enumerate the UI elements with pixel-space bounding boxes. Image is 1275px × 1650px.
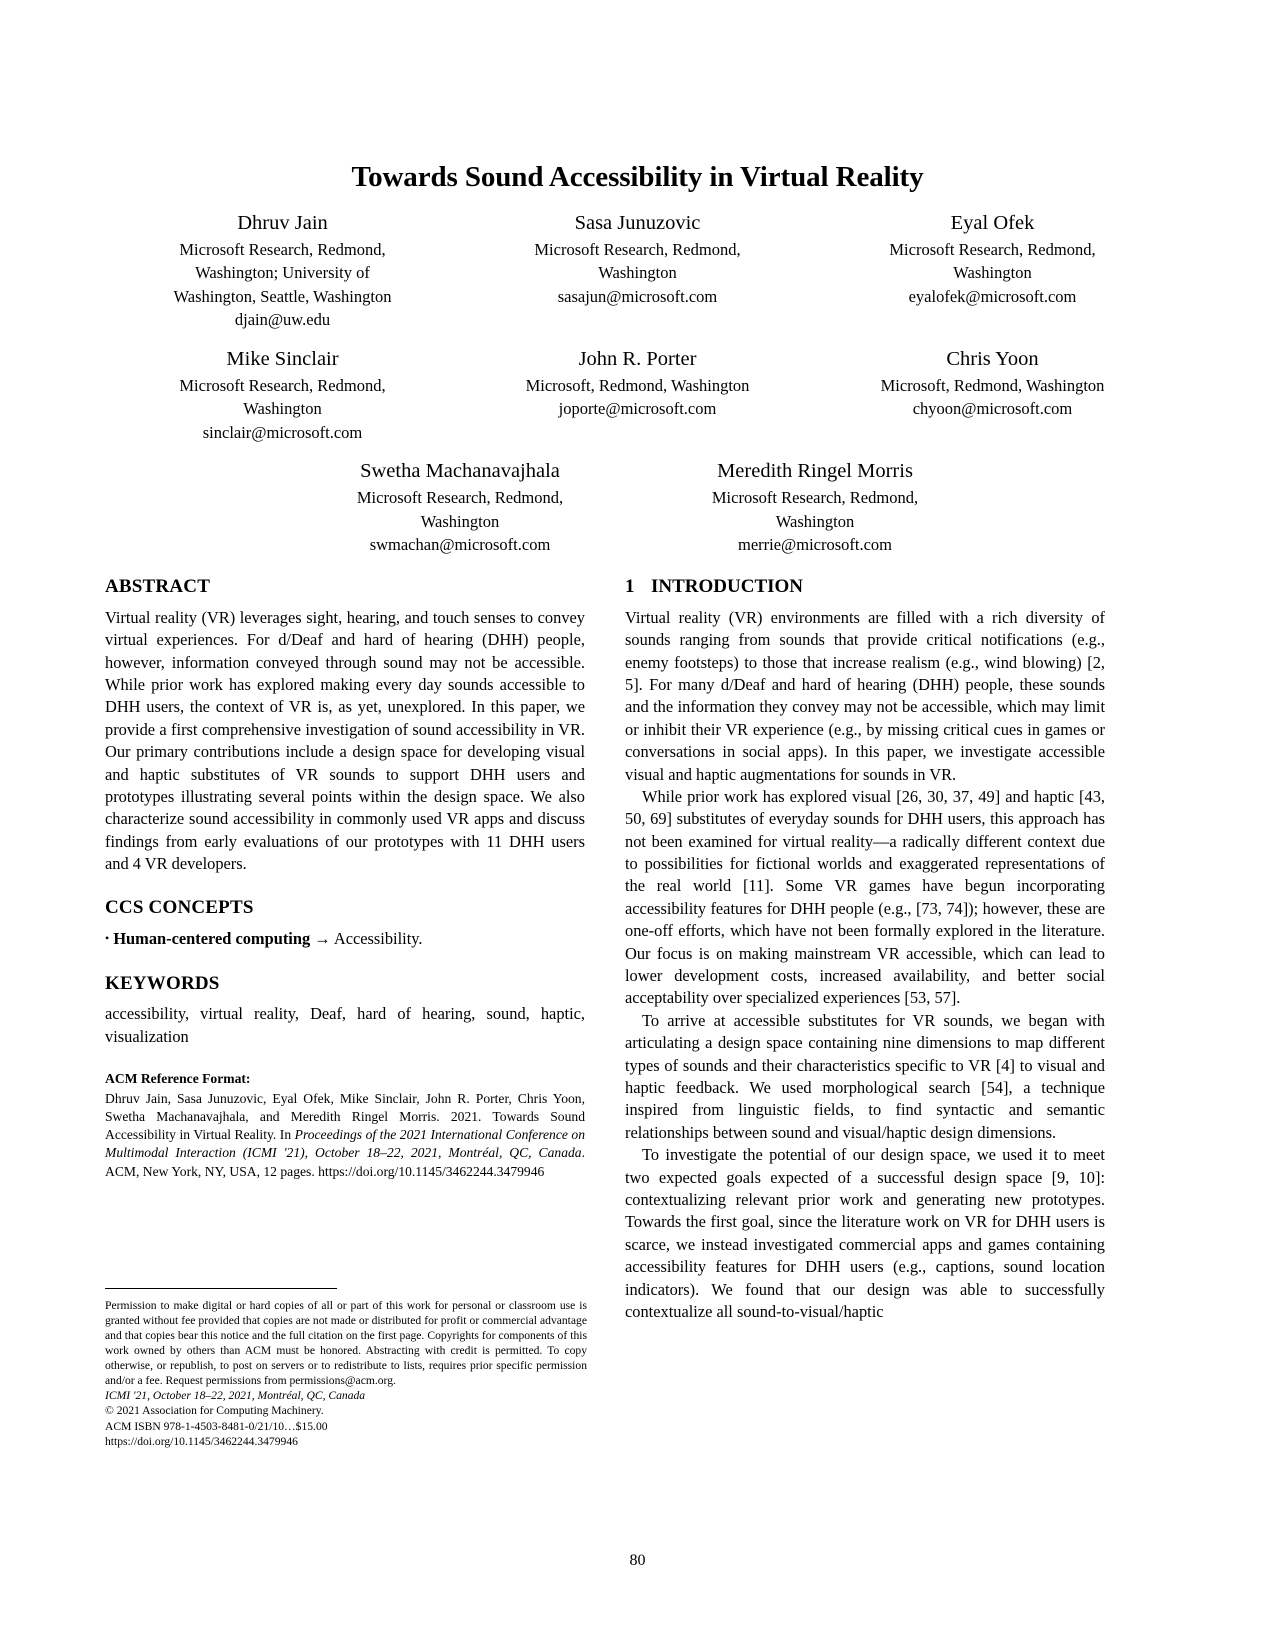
ccs-concept-item: • Human-centered computing → Accessibili…: [105, 928, 585, 950]
section-title: INTRODUCTION: [651, 576, 804, 597]
ccs-leaf-term: Accessibility.: [333, 929, 423, 949]
author-email: sasajun@microsoft.com: [557, 286, 718, 306]
author-entry: Dhruv Jain Microsoft Research, Redmond, …: [105, 210, 460, 332]
right-column: 1 INTRODUCTION Virtual reality (VR) envir…: [625, 576, 1105, 1323]
author-affiliation-line: Microsoft Research, Redmond,: [179, 240, 386, 260]
introduction-heading: 1 INTRODUCTION: [625, 576, 1105, 599]
author-email: swmachan@microsoft.com: [369, 534, 551, 554]
author-entry: Mike Sinclair Microsoft Research, Redmon…: [105, 346, 460, 444]
author-affiliation-line: Microsoft Research, Redmond,: [356, 488, 564, 508]
author-affiliation-line: Microsoft Research, Redmond,: [534, 240, 741, 260]
author-entry: Chris Yoon Microsoft, Redmond, Washingto…: [815, 346, 1170, 444]
author-block: Dhruv Jain Microsoft Research, Redmond, …: [105, 210, 1170, 570]
introduction-paragraph: To arrive at accessible substitutes for …: [625, 1010, 1105, 1142]
author-row-1: Dhruv Jain Microsoft Research, Redmond, …: [105, 210, 1170, 346]
author-entry: Eyal Ofek Microsoft Research, Redmond, W…: [815, 210, 1170, 332]
author-email: merrie@microsoft.com: [737, 534, 893, 554]
introduction-paragraph: Virtual reality (VR) environments are fi…: [625, 607, 1105, 784]
abstract-text: Virtual reality (VR) leverages sight, he…: [105, 607, 585, 874]
paper-page: Towards Sound Accessibility in Virtual R…: [0, 0, 1275, 1650]
author-name: Swetha Machanavajhala: [360, 460, 560, 483]
ccs-heading: CCS CONCEPTS: [105, 897, 254, 919]
section-number: 1: [625, 576, 635, 597]
author-email: joporte@microsoft.com: [558, 399, 717, 419]
author-entry: Sasa Junuzovic Microsoft Research, Redmo…: [460, 210, 815, 332]
page-title: Towards Sound Accessibility in Virtual R…: [351, 161, 924, 193]
abstract-heading: ABSTRACT: [105, 576, 211, 597]
permission-isbn: ACM ISBN 978-1-4503-8481-0/21/10…$15.00: [105, 1419, 328, 1433]
page-number: 80: [629, 1552, 646, 1569]
author-name: Dhruv Jain: [237, 212, 328, 234]
introduction-paragraph: While prior work has explored visual [26…: [625, 786, 1105, 1008]
permission-conference: ICMI '21, October 18–22, 2021, Montréal,…: [105, 1389, 366, 1403]
footnote-divider: [105, 1288, 337, 1289]
author-email: sinclair@microsoft.com: [202, 422, 363, 442]
author-email: chyoon@microsoft.com: [912, 399, 1073, 419]
author-name: Mike Sinclair: [226, 347, 339, 370]
author-row-3: Swetha Machanavajhala Microsoft Research…: [105, 458, 1170, 570]
permission-block: Permission to make digital or hard copie…: [105, 1298, 587, 1449]
author-affiliation-line: Washington: [598, 263, 677, 283]
author-affiliation-line: Microsoft Research, Redmond,: [711, 488, 919, 508]
ccs-arrow-icon: →: [314, 929, 331, 949]
author-affiliation-line: Microsoft Research, Redmond,: [179, 375, 386, 395]
author-affiliation-line: Washington: [420, 511, 500, 531]
author-affiliation-line: Washington, Seattle, Washington: [173, 286, 392, 306]
keywords-heading: KEYWORDS: [105, 972, 220, 994]
author-name: Meredith Ringel Morris: [717, 460, 913, 483]
permission-paragraph: Permission to make digital or hard copie…: [105, 1299, 587, 1388]
author-affiliation-line: Microsoft Research, Redmond,: [889, 240, 1096, 260]
author-affiliation-line: Washington: [775, 511, 855, 531]
author-affiliation-line: Washington: [243, 399, 322, 419]
author-name: Sasa Junuzovic: [574, 212, 701, 234]
author-entry: Swetha Machanavajhala Microsoft Research…: [283, 458, 638, 556]
author-affiliation-line: Washington; University of: [195, 263, 370, 283]
author-entry: Meredith Ringel Morris Microsoft Researc…: [638, 458, 993, 556]
author-row-2: Mike Sinclair Microsoft Research, Redmon…: [105, 346, 1170, 458]
introduction-paragraph: To investigate the potential of our desi…: [625, 1145, 1105, 1321]
author-name: Chris Yoon: [946, 347, 1039, 370]
author-name: Eyal Ofek: [950, 212, 1035, 234]
permission-copyright: © 2021 Association for Computing Machine…: [105, 1404, 324, 1418]
acm-reference-doi[interactable]: https://doi.org/10.1145/3462244.3479946: [318, 1164, 544, 1179]
author-affiliation-line: Microsoft, Redmond, Washington: [880, 375, 1105, 395]
keywords-text: accessibility, virtual reality, Deaf, ha…: [105, 1004, 585, 1046]
acm-reference-label: ACM Reference Format:: [105, 1071, 251, 1087]
ccs-bullet-icon: •: [105, 931, 110, 946]
ccs-bold-term: Human-centered computing: [113, 929, 311, 949]
permission-doi[interactable]: https://doi.org/10.1145/3462244.3479946: [105, 1434, 587, 1449]
acm-reference-format: ACM Reference Format: Dhruv Jain, Sasa J…: [105, 1070, 585, 1181]
author-affiliation-line: Microsoft, Redmond, Washington: [525, 375, 750, 395]
left-column: ABSTRACT Virtual reality (VR) leverages …: [105, 576, 585, 1181]
author-affiliation-line: Washington: [953, 263, 1032, 283]
author-email: djain@uw.edu: [234, 310, 331, 330]
author-name: John R. Porter: [578, 347, 697, 370]
author-entry: John R. Porter Microsoft, Redmond, Washi…: [460, 346, 815, 444]
author-email: eyalofek@microsoft.com: [908, 286, 1077, 306]
